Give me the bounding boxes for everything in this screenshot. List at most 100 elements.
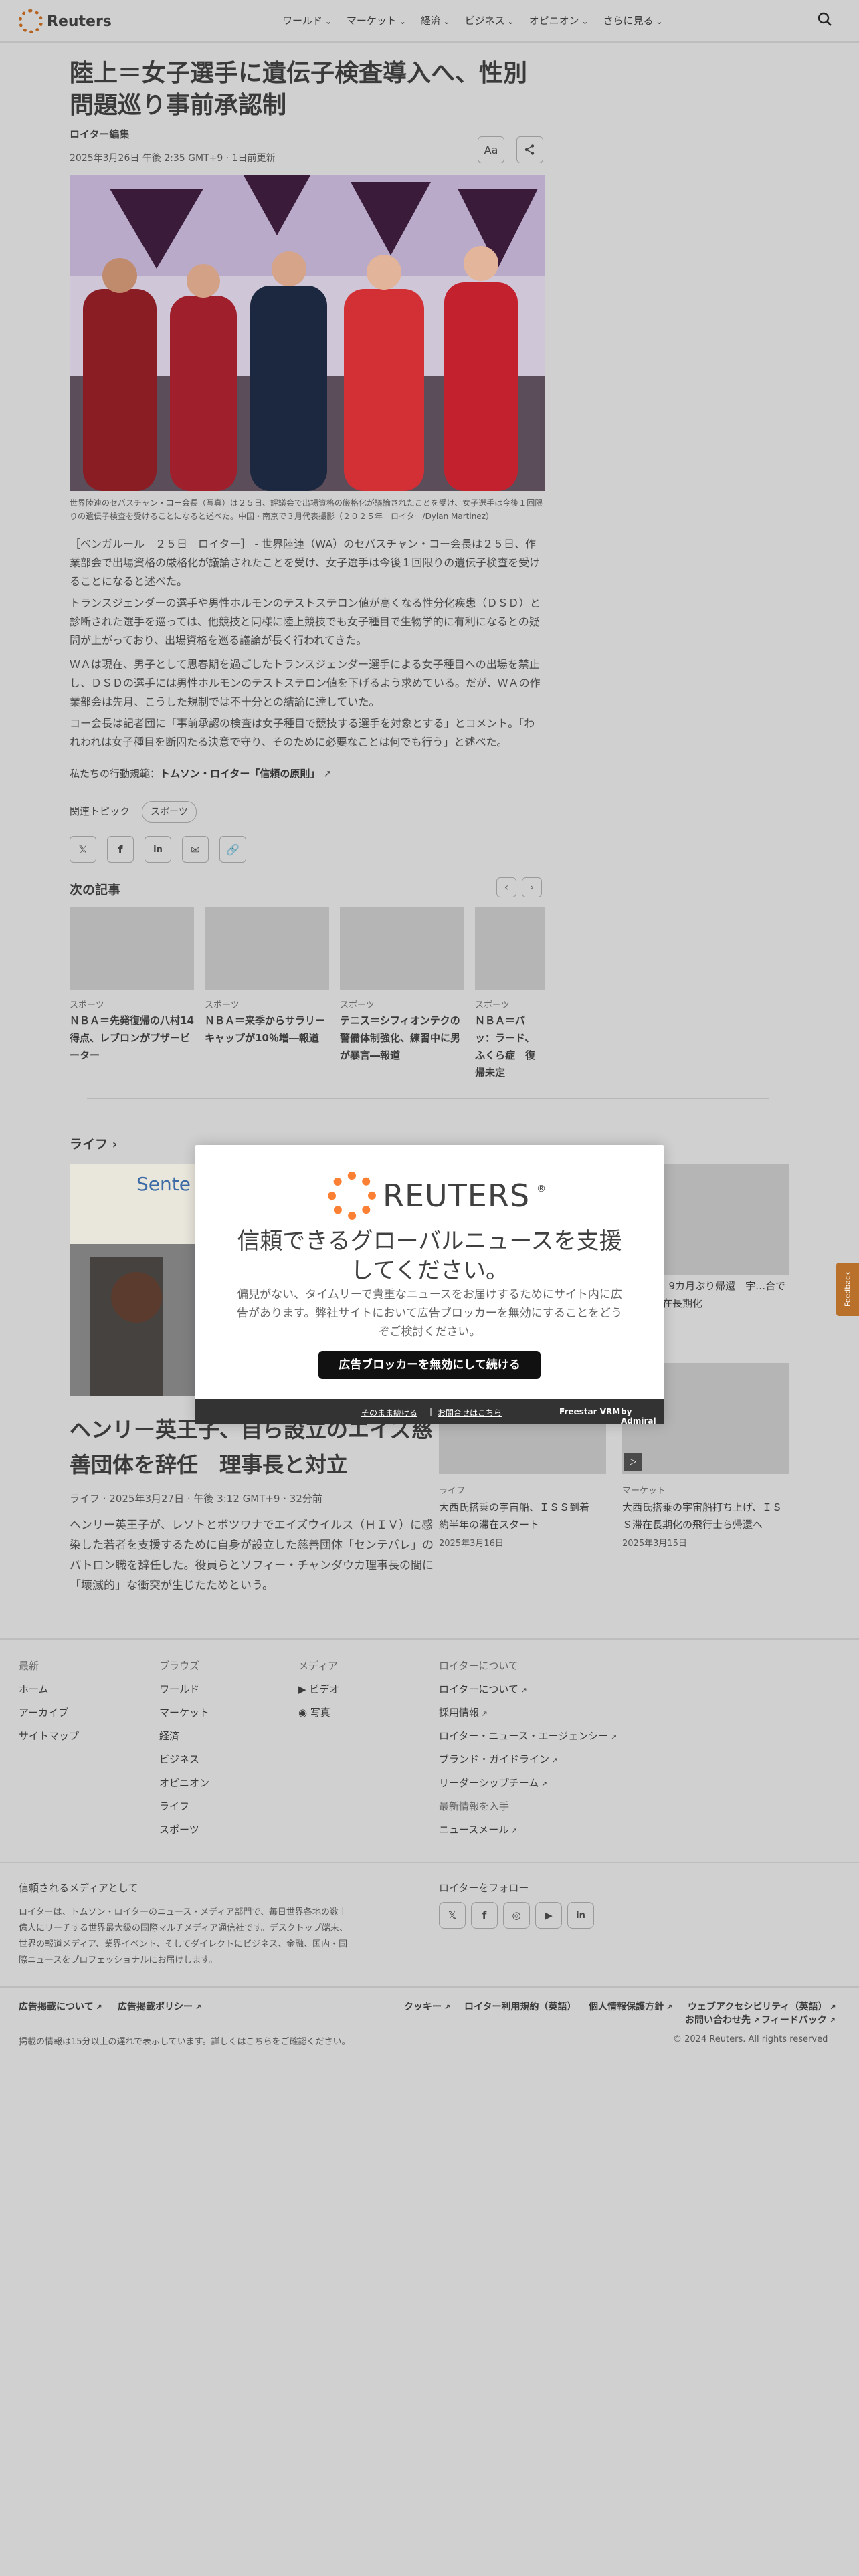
footer-link[interactable]: 採用情報 <box>439 1705 617 1719</box>
follow-instagram-button[interactable]: ◎ <box>503 1902 530 1929</box>
modal-body: 偏見がない、タイムリーで貴重なニュースをお届けするためにサイト内に広告があります… <box>237 1288 622 1339</box>
svg-text:Sente: Sente <box>136 1173 191 1195</box>
legal-link[interactable]: 広告掲載ポリシー <box>118 2000 201 2013</box>
delay-note[interactable]: 掲載の情報は15分以上の遅れで表示しています。詳しくはこちらをご確認ください。 <box>19 2034 350 2047</box>
footer-link[interactable]: ライフ <box>159 1799 209 1813</box>
card-thumbnail <box>340 907 464 990</box>
card-thumbnail <box>70 907 194 990</box>
nav-item-more[interactable]: さらに見る <box>603 13 662 27</box>
main-nav: ワールド マーケット 経済 ビジネス オピニオン さらに見る <box>282 13 662 27</box>
footer-link[interactable]: ニュースメール <box>439 1822 617 1836</box>
follow-youtube-button[interactable]: ▶ <box>535 1902 562 1929</box>
legal-link[interactable]: フィードバック <box>761 2013 836 2026</box>
nav-item-economy[interactable]: 経済 <box>421 13 450 27</box>
card-category: マーケット <box>622 1486 666 1496</box>
card-title[interactable]: ＮＢＡ＝来季からサラリーキャップが10％増―報道 <box>205 1012 329 1047</box>
card-title[interactable]: ＮＢＡ＝先発復帰の八村14得点、レブロンがブザービーター <box>70 1012 194 1064</box>
search-icon[interactable] <box>818 12 832 27</box>
footer-link[interactable]: オピニオン <box>159 1776 209 1790</box>
article-date: 2025年3月26日 午後 2:35 GMT+9 · 1日前更新 <box>70 153 276 164</box>
legal-link[interactable]: ウェブアクセシビリティ（英語） <box>688 2000 836 2013</box>
card-title[interactable]: 大西氏搭乗の宇宙船打ち上げ、ＩＳＳ滞在長期化の飛行士ら帰還へ <box>622 1499 789 1533</box>
related-topics-label: 関連トピック <box>70 805 130 817</box>
next-article-card[interactable]: スポーツ ＮＢＡ＝バッ：ラード、ふくら症 復帰未定 <box>475 907 545 1081</box>
card-date: 2025年3月15日 <box>622 1539 687 1549</box>
feedback-tab[interactable]: Feedback <box>836 1263 859 1316</box>
next-articles-title: 次の記事 <box>70 883 121 897</box>
instagram-icon: ◎ <box>512 1909 521 1921</box>
card-title[interactable]: ＮＢＡ＝バッ：ラード、ふくら症 復帰未定 <box>475 1012 545 1081</box>
footer-link[interactable]: スポーツ <box>159 1822 209 1836</box>
legal-link[interactable]: ロイター利用規約（英語） <box>464 2000 576 2013</box>
font-size-button[interactable]: Aa <box>478 136 504 163</box>
next-article-card[interactable]: スポーツ ＮＢＡ＝先発復帰の八村14得点、レブロンがブザービーター <box>70 907 194 1064</box>
footer-trust-heading: 信頼されるメディアとして <box>19 1882 138 1894</box>
external-link-icon: ↗ <box>323 768 332 780</box>
footer-link[interactable]: ロイター・ニュース・エージェンシー <box>439 1729 617 1743</box>
card-title[interactable]: 大西氏搭乗の宇宙船、ＩＳＳ到着 約半年の滞在スタート <box>439 1499 606 1533</box>
footer-link[interactable]: ビジネス <box>159 1752 209 1766</box>
next-article-card[interactable]: スポーツ ＮＢＡ＝来季からサラリーキャップが10％増―報道 <box>205 907 329 1047</box>
footer-link-label: ビデオ <box>309 1683 340 1695</box>
nav-item-markets[interactable]: マーケット <box>347 13 406 27</box>
trust-principles-link[interactable]: トムソン・ロイター「信頼の原則」 <box>160 768 320 780</box>
card-category: スポーツ <box>205 1000 240 1010</box>
nav-item-opinion[interactable]: オピニオン <box>529 13 589 27</box>
reuters-logo-icon <box>19 9 43 33</box>
reuters-logo[interactable]: Reuters <box>19 9 112 33</box>
legal-link[interactable]: 個人情報保護方針 <box>589 2000 672 2013</box>
footer-link[interactable]: ブランド・ガイドライン <box>439 1752 617 1766</box>
footer-link-video[interactable]: ▶ ビデオ <box>298 1682 339 1696</box>
share-email-button[interactable]: ✉ <box>182 836 209 863</box>
copy-link-button[interactable]: 🔗 <box>219 836 246 863</box>
footer-col-browse: ブラウズ ワールド マーケット 経済 ビジネス オピニオン ライフ スポーツ <box>159 1658 209 1846</box>
footer-heading: ロイターについて <box>439 1660 518 1672</box>
next-article-card[interactable]: スポーツ テニス＝シフィオンテクの警備体制強化、練習中に男が暴言―報道 <box>340 907 464 1064</box>
top-navigation-bar: Reuters ワールド マーケット 経済 ビジネス オピニオン さらに見る <box>0 0 859 43</box>
footer-trust-body: ロイターは、トムソン・ロイターのニュース・メディア部門で、毎日世界各地の数十億人… <box>19 1907 348 1965</box>
nav-item-business[interactable]: ビジネス <box>465 13 514 27</box>
linkedin-icon: in <box>576 1910 585 1921</box>
footer-link[interactable]: 経済 <box>159 1729 209 1743</box>
modal-logo-text: REUTERS <box>383 1178 531 1214</box>
follow-linkedin-button[interactable]: in <box>567 1902 594 1929</box>
disable-adblocker-button[interactable]: 広告ブロッカーを無効にして続ける <box>318 1351 541 1379</box>
nav-item-world[interactable]: ワールド <box>282 13 332 27</box>
card-category: スポーツ <box>340 1000 375 1010</box>
continue-link[interactable]: そのまま続ける <box>361 1407 417 1418</box>
footer-col-about: ロイターについて ロイターについて 採用情報 ロイター・ニュース・エージェンシー… <box>439 1658 617 1846</box>
contact-link[interactable]: お問合せはこちら <box>438 1407 502 1418</box>
footer-link[interactable]: ワールド <box>159 1682 209 1696</box>
footer-link[interactable]: アーカイブ <box>19 1705 79 1719</box>
card-date: 2025年3月16日 <box>439 1539 504 1549</box>
footer-link[interactable]: サイトマップ <box>19 1729 79 1743</box>
prev-arrow-button[interactable]: ‹ <box>496 877 516 897</box>
card-title[interactable]: テニス＝シフィオンテクの警備体制強化、練習中に男が暴言―報道 <box>340 1012 464 1064</box>
follow-facebook-button[interactable]: f <box>471 1902 498 1929</box>
share-facebook-button[interactable]: f <box>107 836 134 863</box>
modal-logo: REUTERS ® <box>328 1172 546 1220</box>
next-arrow-button[interactable]: › <box>522 877 542 897</box>
legal-link[interactable]: クッキー <box>404 2000 450 2013</box>
footer-link[interactable]: ロイターについて <box>439 1682 617 1696</box>
legal-link[interactable]: 広告掲載について <box>19 2000 102 2013</box>
footer-heading: ブラウズ <box>159 1660 200 1672</box>
footer-link[interactable]: マーケット <box>159 1705 209 1719</box>
legal-link[interactable]: お問い合わせ先 <box>685 2013 759 2026</box>
footer-link-photo[interactable]: ◉ 写真 <box>298 1705 339 1719</box>
share-x-button[interactable]: 𝕏 <box>70 836 96 863</box>
share-linkedin-button[interactable]: in <box>145 836 171 863</box>
footer-follow-heading: ロイターをフォロー <box>439 1882 529 1894</box>
photo-caption: 世界陸連のセバスチャン・コー会長（写真）は２５日、評議会で出場資格の厳格化が議論… <box>70 498 543 521</box>
share-button[interactable] <box>516 136 543 163</box>
follow-x-button[interactable]: 𝕏 <box>439 1902 466 1929</box>
article-byline[interactable]: ロイター編集 <box>70 127 545 141</box>
topic-pill-sports[interactable]: スポーツ <box>142 801 197 823</box>
brand-label: Freestar VRM <box>559 1407 621 1416</box>
footer-link[interactable]: ホーム <box>19 1682 79 1696</box>
reuters-logo-icon <box>328 1172 376 1220</box>
email-icon: ✉ <box>191 843 200 856</box>
footer-link[interactable]: リーダーシップチーム <box>439 1776 617 1790</box>
modal-footer: そのまま続ける | お問合せはこちら Freestar VRM by Admir… <box>195 1399 664 1426</box>
article-photo <box>70 175 545 491</box>
